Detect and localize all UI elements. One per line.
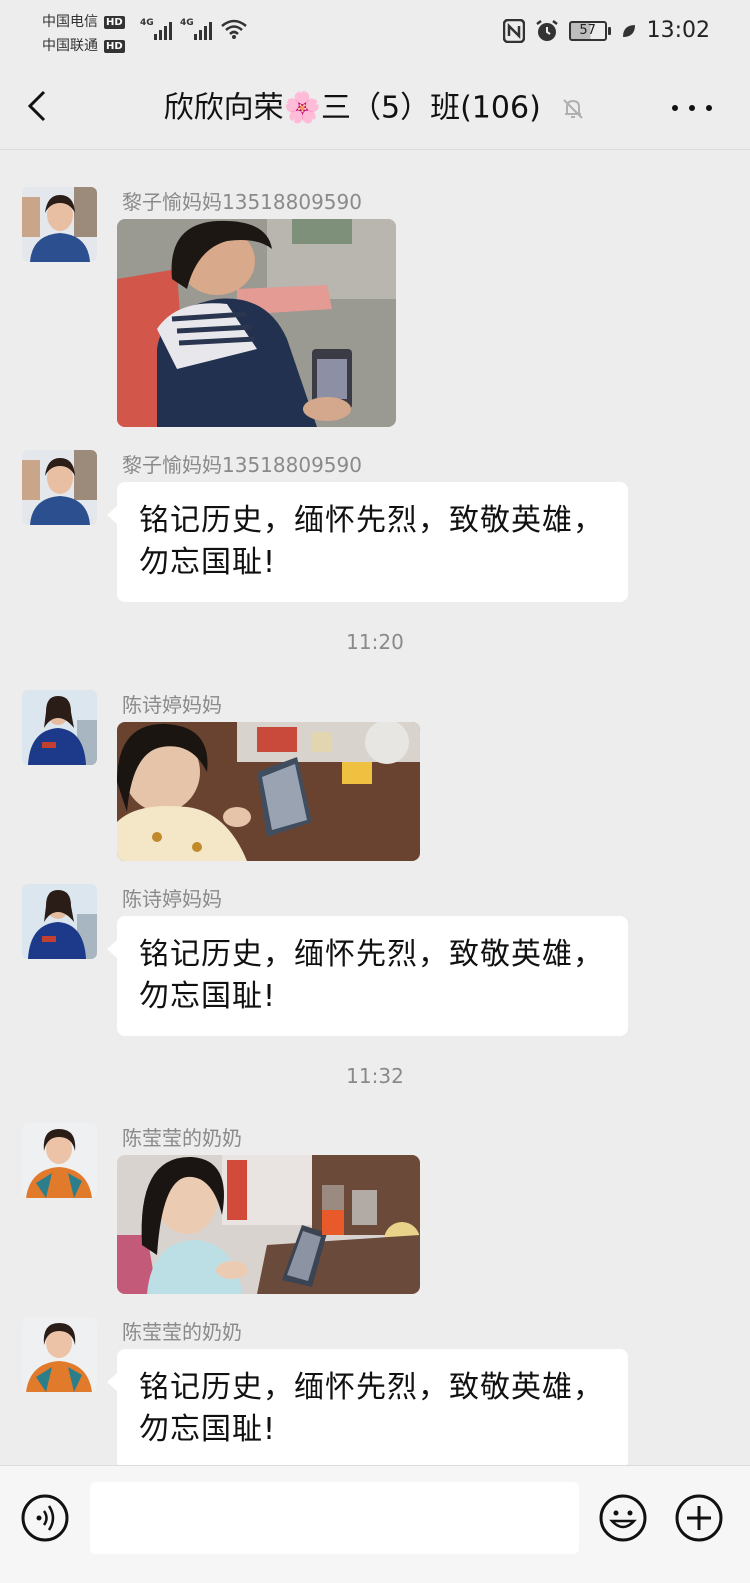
sender-name: 陈诗婷妈妈 [122, 693, 222, 717]
photo-message[interactable] [117, 219, 396, 427]
status-right: 57 13:02 [502, 18, 710, 43]
message-input[interactable] [90, 1482, 579, 1554]
message-text-line: 勿忘国耻! [139, 545, 277, 580]
avatar[interactable] [22, 884, 97, 959]
nfc-icon [502, 18, 525, 43]
emoji-button[interactable] [598, 1493, 648, 1543]
more-options-button[interactable] [672, 98, 712, 118]
carrier-info: 中国电信 HD 中国联通 HD [42, 10, 125, 58]
voice-input-button[interactable] [20, 1493, 70, 1543]
timestamp: 11:32 [346, 1064, 404, 1088]
avatar[interactable] [22, 450, 97, 525]
flower-emoji: 🌸 [283, 90, 322, 126]
timestamp: 11:20 [346, 630, 404, 654]
message-text-line: 勿忘国耻! [139, 979, 277, 1014]
chat-header: 欣欣向荣🌸三（5）班(106) [0, 64, 750, 150]
text-bubble[interactable]: 铭记历史，缅怀先烈，致敬英雄， 勿忘国耻! [107, 1349, 628, 1469]
signal-indicators: 4G 4G [140, 18, 248, 40]
sender-name: 黎子愉妈妈13518809590 [122, 453, 362, 477]
photo-message[interactable] [117, 722, 420, 861]
battery-icon: 57 [568, 20, 611, 41]
message-text-line: 铭记历史，缅怀先烈，致敬英雄， [139, 1370, 604, 1405]
avatar[interactable] [22, 187, 97, 262]
hd-badge: HD [104, 39, 125, 53]
sender-name: 陈莹莹的奶奶 [122, 1320, 242, 1344]
message-text-line: 勿忘国耻! [139, 1412, 277, 1447]
signal-icon: 4G [140, 18, 172, 40]
message-text-line: 铭记历史，缅怀先烈，致敬英雄， [139, 937, 604, 972]
plus-button[interactable] [674, 1493, 724, 1543]
avatar[interactable] [22, 690, 97, 765]
chat-title: 欣欣向荣🌸三（5）班(106) [0, 86, 750, 131]
text-bubble[interactable]: 铭记历史，缅怀先烈，致敬英雄， 勿忘国耻! [107, 916, 628, 1036]
status-bar: 中国电信 HD 中国联通 HD 4G 4G 57 13:02 [0, 0, 750, 64]
message-text-line: 铭记历史，缅怀先烈，致敬英雄， [139, 503, 604, 538]
avatar[interactable] [22, 1123, 97, 1198]
clock: 13:02 [646, 18, 710, 43]
input-bar [0, 1465, 750, 1583]
hd-badge: HD [104, 15, 125, 29]
sender-name: 黎子愉妈妈13518809590 [122, 190, 362, 214]
alarm-icon [535, 19, 558, 41]
text-bubble[interactable]: 铭记历史，缅怀先烈，致敬英雄， 勿忘国耻! [107, 482, 628, 602]
carrier-2: 中国联通 [42, 38, 98, 54]
sender-name: 陈莹莹的奶奶 [122, 1126, 242, 1150]
photo-message[interactable] [117, 1155, 420, 1294]
wifi-icon [221, 19, 247, 39]
sender-name: 陈诗婷妈妈 [122, 887, 222, 911]
mute-bell-icon [563, 98, 584, 119]
signal-icon: 4G [180, 18, 212, 40]
title-class: 三（5）班(106) [321, 90, 541, 126]
title-text: 欣欣向荣 [163, 90, 284, 126]
leaf-icon [622, 24, 635, 37]
carrier-1: 中国电信 [42, 14, 98, 30]
avatar[interactable] [22, 1317, 97, 1392]
